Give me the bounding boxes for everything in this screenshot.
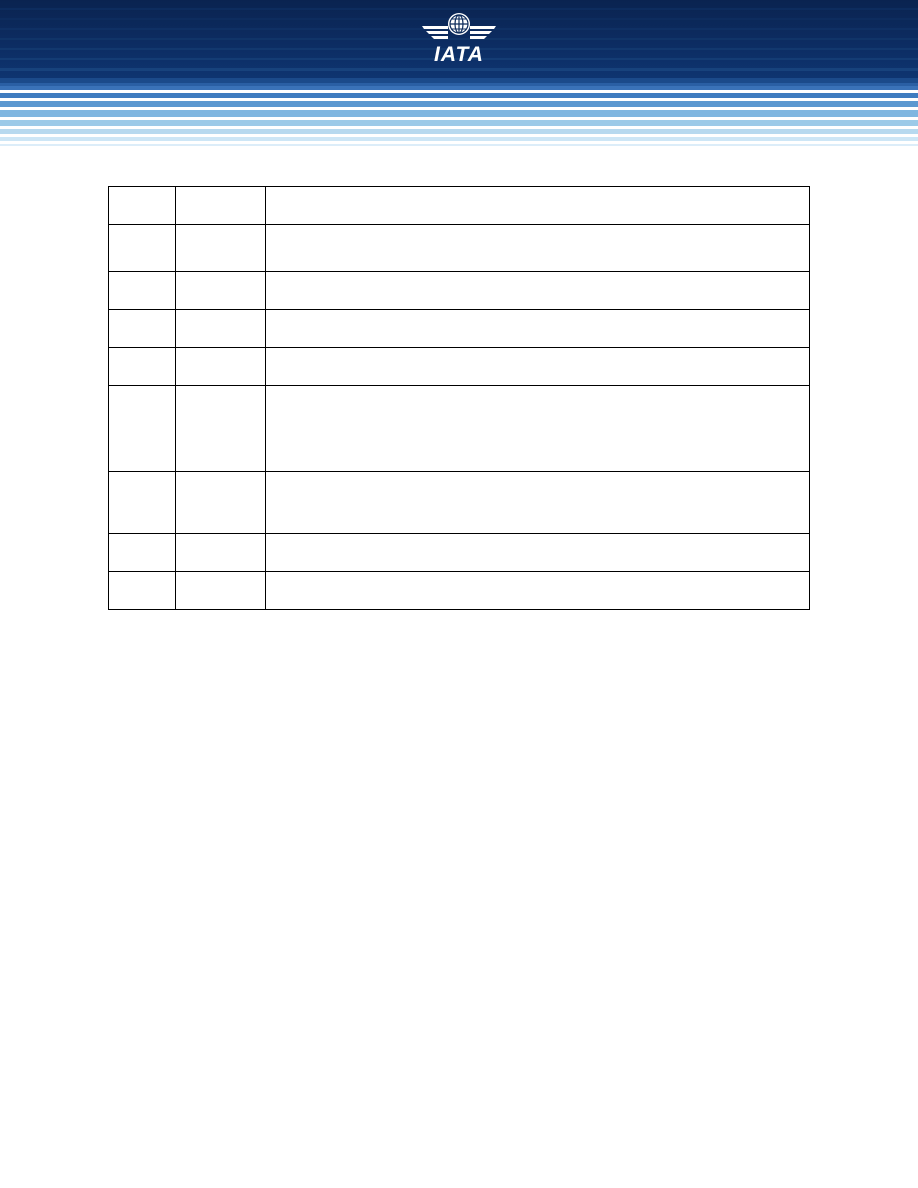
table-row <box>108 347 810 386</box>
table-cell <box>108 224 176 272</box>
data-table <box>108 186 810 610</box>
table-cell <box>108 186 176 225</box>
table-cell <box>175 533 266 572</box>
table-row <box>108 186 810 225</box>
iata-logo-text: IATA <box>434 43 484 66</box>
iata-globe-wings-icon <box>422 13 496 39</box>
table-cell <box>265 224 810 272</box>
table-row <box>108 224 810 272</box>
table-row <box>108 533 810 572</box>
table-cell <box>265 309 810 348</box>
table-cell <box>175 309 266 348</box>
table-cell <box>175 347 266 386</box>
table-cell <box>265 347 810 386</box>
table-cell <box>108 271 176 310</box>
table-cell <box>265 533 810 572</box>
header-banner: IATA <box>0 0 918 150</box>
table-cell <box>175 571 266 610</box>
table-cell <box>175 471 266 534</box>
table-cell <box>108 385 176 472</box>
table-row <box>108 571 810 610</box>
table-cell <box>108 347 176 386</box>
table-cell <box>108 533 176 572</box>
table-cell <box>265 471 810 534</box>
table-cell <box>175 271 266 310</box>
table-row <box>108 309 810 348</box>
table-cell <box>265 571 810 610</box>
table-cell <box>265 385 810 472</box>
table-cell <box>175 224 266 272</box>
table-cell <box>265 271 810 310</box>
table-cell <box>108 571 176 610</box>
table-row <box>108 385 810 472</box>
table-cell <box>175 385 266 472</box>
table-row <box>108 471 810 534</box>
table-cell <box>265 186 810 225</box>
iata-logo: IATA <box>418 6 500 68</box>
table-cell <box>175 186 266 225</box>
table-row <box>108 271 810 310</box>
table-cell <box>108 471 176 534</box>
table-cell <box>108 309 176 348</box>
